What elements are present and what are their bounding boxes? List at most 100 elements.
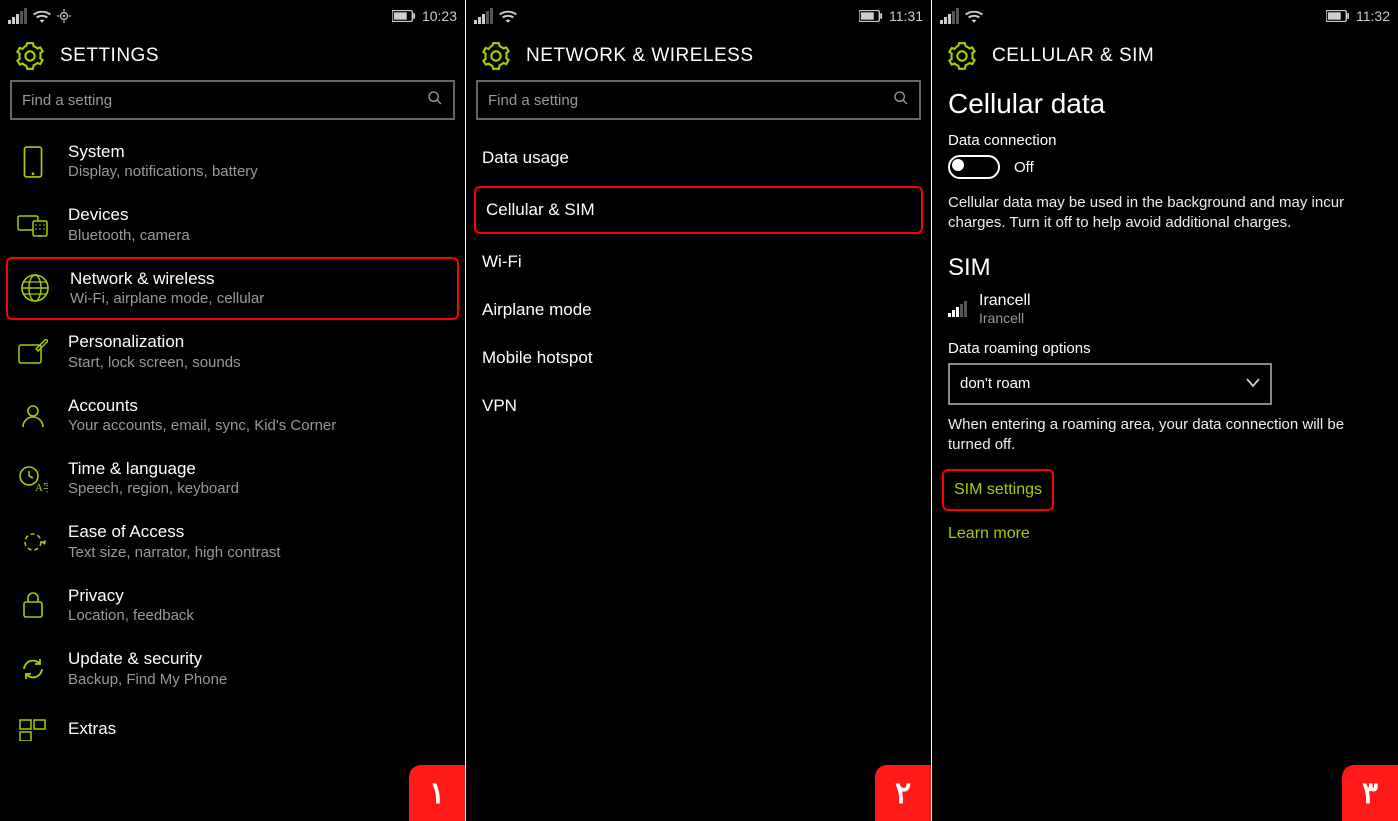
screen-settings: 10:23 SETTINGS Find a setting SystemDisp… [0, 0, 466, 821]
time-icon: A字 [16, 462, 50, 496]
list-item-update[interactable]: Update & security Backup, Find My Phone [0, 637, 465, 700]
item-title: Time & language [68, 459, 239, 479]
toggle-label: Off [1014, 159, 1034, 176]
signal-icon [8, 8, 27, 24]
list-item-network[interactable]: Network & wirelessWi-Fi, airplane mode, … [6, 257, 459, 320]
page-title: SETTINGS [60, 45, 159, 67]
list-item-system[interactable]: SystemDisplay, notifications, battery [0, 130, 465, 193]
settings-list: SystemDisplay, notifications, battery De… [0, 130, 465, 759]
screen-network: 11:31 NETWORK & WIRELESS Find a setting … [466, 0, 932, 821]
status-time: 11:31 [889, 8, 923, 24]
sim-row[interactable]: Irancell Irancell [948, 292, 1382, 326]
sim-settings-link[interactable]: SIM settings [954, 481, 1042, 499]
list-item-data-usage[interactable]: Data usage [466, 134, 931, 182]
step-badge: ۱ [409, 765, 465, 821]
data-connection-toggle[interactable] [948, 155, 1000, 179]
cellular-description: Cellular data may be used in the backgro… [948, 193, 1382, 234]
item-title: Ease of Access [68, 522, 281, 542]
list-item-accounts[interactable]: AccountsYour accounts, email, sync, Kid'… [0, 384, 465, 447]
status-bar: 10:23 [0, 0, 465, 30]
list-item-airplane[interactable]: Airplane mode [466, 286, 931, 334]
search-input[interactable]: Find a setting [476, 80, 921, 120]
item-title: Update & security [68, 649, 227, 669]
item-sub: Speech, region, keyboard [68, 480, 239, 498]
list-item-wifi[interactable]: Wi-Fi [466, 238, 931, 286]
item-sub: Backup, Find My Phone [68, 671, 227, 689]
status-time: 11:32 [1356, 8, 1390, 24]
page-title: CELLULAR & SIM [992, 45, 1154, 67]
sim-sub: Irancell [979, 310, 1031, 326]
data-connection-label: Data connection [948, 132, 1382, 149]
search-placeholder: Find a setting [488, 92, 578, 109]
search-icon [427, 90, 443, 110]
sim-settings-box[interactable]: SIM settings [942, 469, 1054, 511]
gear-icon [948, 42, 976, 70]
list-item-devices[interactable]: DevicesBluetooth, camera [0, 193, 465, 256]
learn-more-link[interactable]: Learn more [948, 525, 1030, 543]
roaming-value: don't roam [960, 375, 1030, 392]
signal-icon [940, 8, 959, 24]
list-item-personalization[interactable]: Personalization Start, lock screen, sound… [0, 320, 465, 383]
svg-text:A字: A字 [35, 480, 48, 493]
item-sub: Text size, narrator, high contrast [68, 544, 281, 562]
item-title: Privacy [68, 586, 194, 606]
roaming-label: Data roaming options [948, 340, 1382, 357]
phone-icon [16, 145, 50, 179]
list-item-cellular-sim[interactable]: Cellular & SIM [474, 186, 923, 234]
page-title: NETWORK & WIRELESS [526, 45, 754, 67]
battery-icon [392, 10, 416, 22]
list-item-extras[interactable]: Extras [0, 701, 465, 759]
list-item-vpn[interactable]: VPN [466, 382, 931, 430]
item-title: System [68, 142, 258, 162]
status-bar: 11:32 [932, 0, 1398, 30]
wifi-icon [33, 9, 51, 23]
extras-icon [16, 713, 50, 747]
page-header: SETTINGS [0, 30, 465, 80]
list-item-time[interactable]: A字 Time & languageSpeech, region, keyboa… [0, 447, 465, 510]
section-cellular-data: Cellular data [948, 88, 1382, 120]
step-badge: ۳ [1342, 765, 1398, 821]
search-input[interactable]: Find a setting [10, 80, 455, 120]
gear-icon [482, 42, 510, 70]
location-icon [57, 9, 71, 23]
signal-icon [474, 8, 493, 24]
search-icon [893, 90, 909, 110]
roaming-select[interactable]: don't roam [948, 363, 1272, 405]
chevron-down-icon [1246, 375, 1260, 392]
list-item-hotspot[interactable]: Mobile hotspot [466, 334, 931, 382]
sim-signal-icon [948, 301, 967, 317]
battery-icon [859, 10, 883, 22]
list-item-ease[interactable]: Ease of Access Text size, narrator, high … [0, 510, 465, 573]
step-badge: ۲ [875, 765, 931, 821]
search-placeholder: Find a setting [22, 92, 112, 109]
devices-icon [16, 208, 50, 242]
network-list: Data usage Cellular & SIM Wi-Fi Airplane… [466, 130, 931, 434]
item-sub: Wi-Fi, airplane mode, cellular [70, 290, 264, 308]
item-title: Network & wireless [70, 269, 264, 289]
item-sub: Bluetooth, camera [68, 227, 190, 245]
sim-name: Irancell [979, 292, 1031, 310]
roaming-description: When entering a roaming area, your data … [948, 415, 1382, 456]
gear-icon [16, 42, 44, 70]
personalization-icon [16, 335, 50, 369]
item-sub: Location, feedback [68, 607, 194, 625]
battery-icon [1326, 10, 1350, 22]
page-header: CELLULAR & SIM [932, 30, 1398, 80]
wifi-icon [965, 9, 983, 23]
page-header: NETWORK & WIRELESS [466, 30, 931, 80]
list-item-privacy[interactable]: PrivacyLocation, feedback [0, 574, 465, 637]
status-bar: 11:31 [466, 0, 931, 30]
screen-cellular: 11:32 CELLULAR & SIM Cellular data Data … [932, 0, 1398, 821]
item-title: Personalization [68, 332, 241, 352]
accounts-icon [16, 398, 50, 432]
item-title: Extras [68, 719, 116, 739]
globe-icon [18, 271, 52, 305]
section-sim: SIM [948, 254, 1382, 282]
ease-icon [16, 525, 50, 559]
item-sub: Your accounts, email, sync, Kid's Corner [68, 417, 336, 435]
privacy-icon [16, 588, 50, 622]
update-icon [16, 652, 50, 686]
item-sub: Start, lock screen, sounds [68, 354, 241, 372]
status-time: 10:23 [422, 8, 457, 24]
wifi-icon [499, 9, 517, 23]
